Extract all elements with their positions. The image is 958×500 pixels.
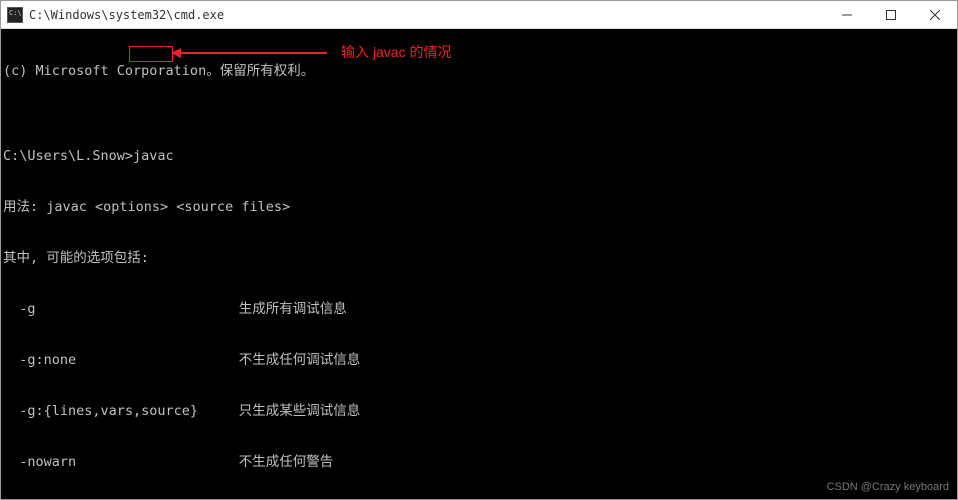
output-line: (c) Microsoft Corporation。保留所有权利。 (3, 63, 955, 80)
watermark: CSDN @Crazy keyboard (827, 479, 949, 496)
window-title: C:\Windows\system32\cmd.exe (29, 8, 825, 22)
output-line: 用法: javac <options> <source files> (3, 199, 955, 216)
output-line: -nowarn 不生成任何警告 (3, 454, 955, 471)
close-button[interactable] (913, 1, 957, 29)
cmd-window: C:\Windows\system32\cmd.exe (c) Microsof… (0, 0, 958, 500)
cmd-icon (7, 7, 23, 23)
output-line: -g 生成所有调试信息 (3, 301, 955, 318)
annotation-arrow (177, 52, 327, 54)
titlebar[interactable]: C:\Windows\system32\cmd.exe (1, 1, 957, 29)
output-line: 其中, 可能的选项包括: (3, 250, 955, 267)
output-line: -g:{lines,vars,source} 只生成某些调试信息 (3, 403, 955, 420)
terminal-output[interactable]: (c) Microsoft Corporation。保留所有权利。 C:\Use… (1, 29, 957, 499)
annotation-label: 输入 javac 的情况 (341, 44, 451, 61)
minimize-button[interactable] (825, 1, 869, 29)
window-controls (825, 1, 957, 29)
maximize-button[interactable] (869, 1, 913, 29)
prompt-line: C:\Users\L.Snow>javac (3, 148, 955, 165)
output-line: -g:none 不生成任何调试信息 (3, 352, 955, 369)
annotation-highlight-box (129, 46, 173, 62)
